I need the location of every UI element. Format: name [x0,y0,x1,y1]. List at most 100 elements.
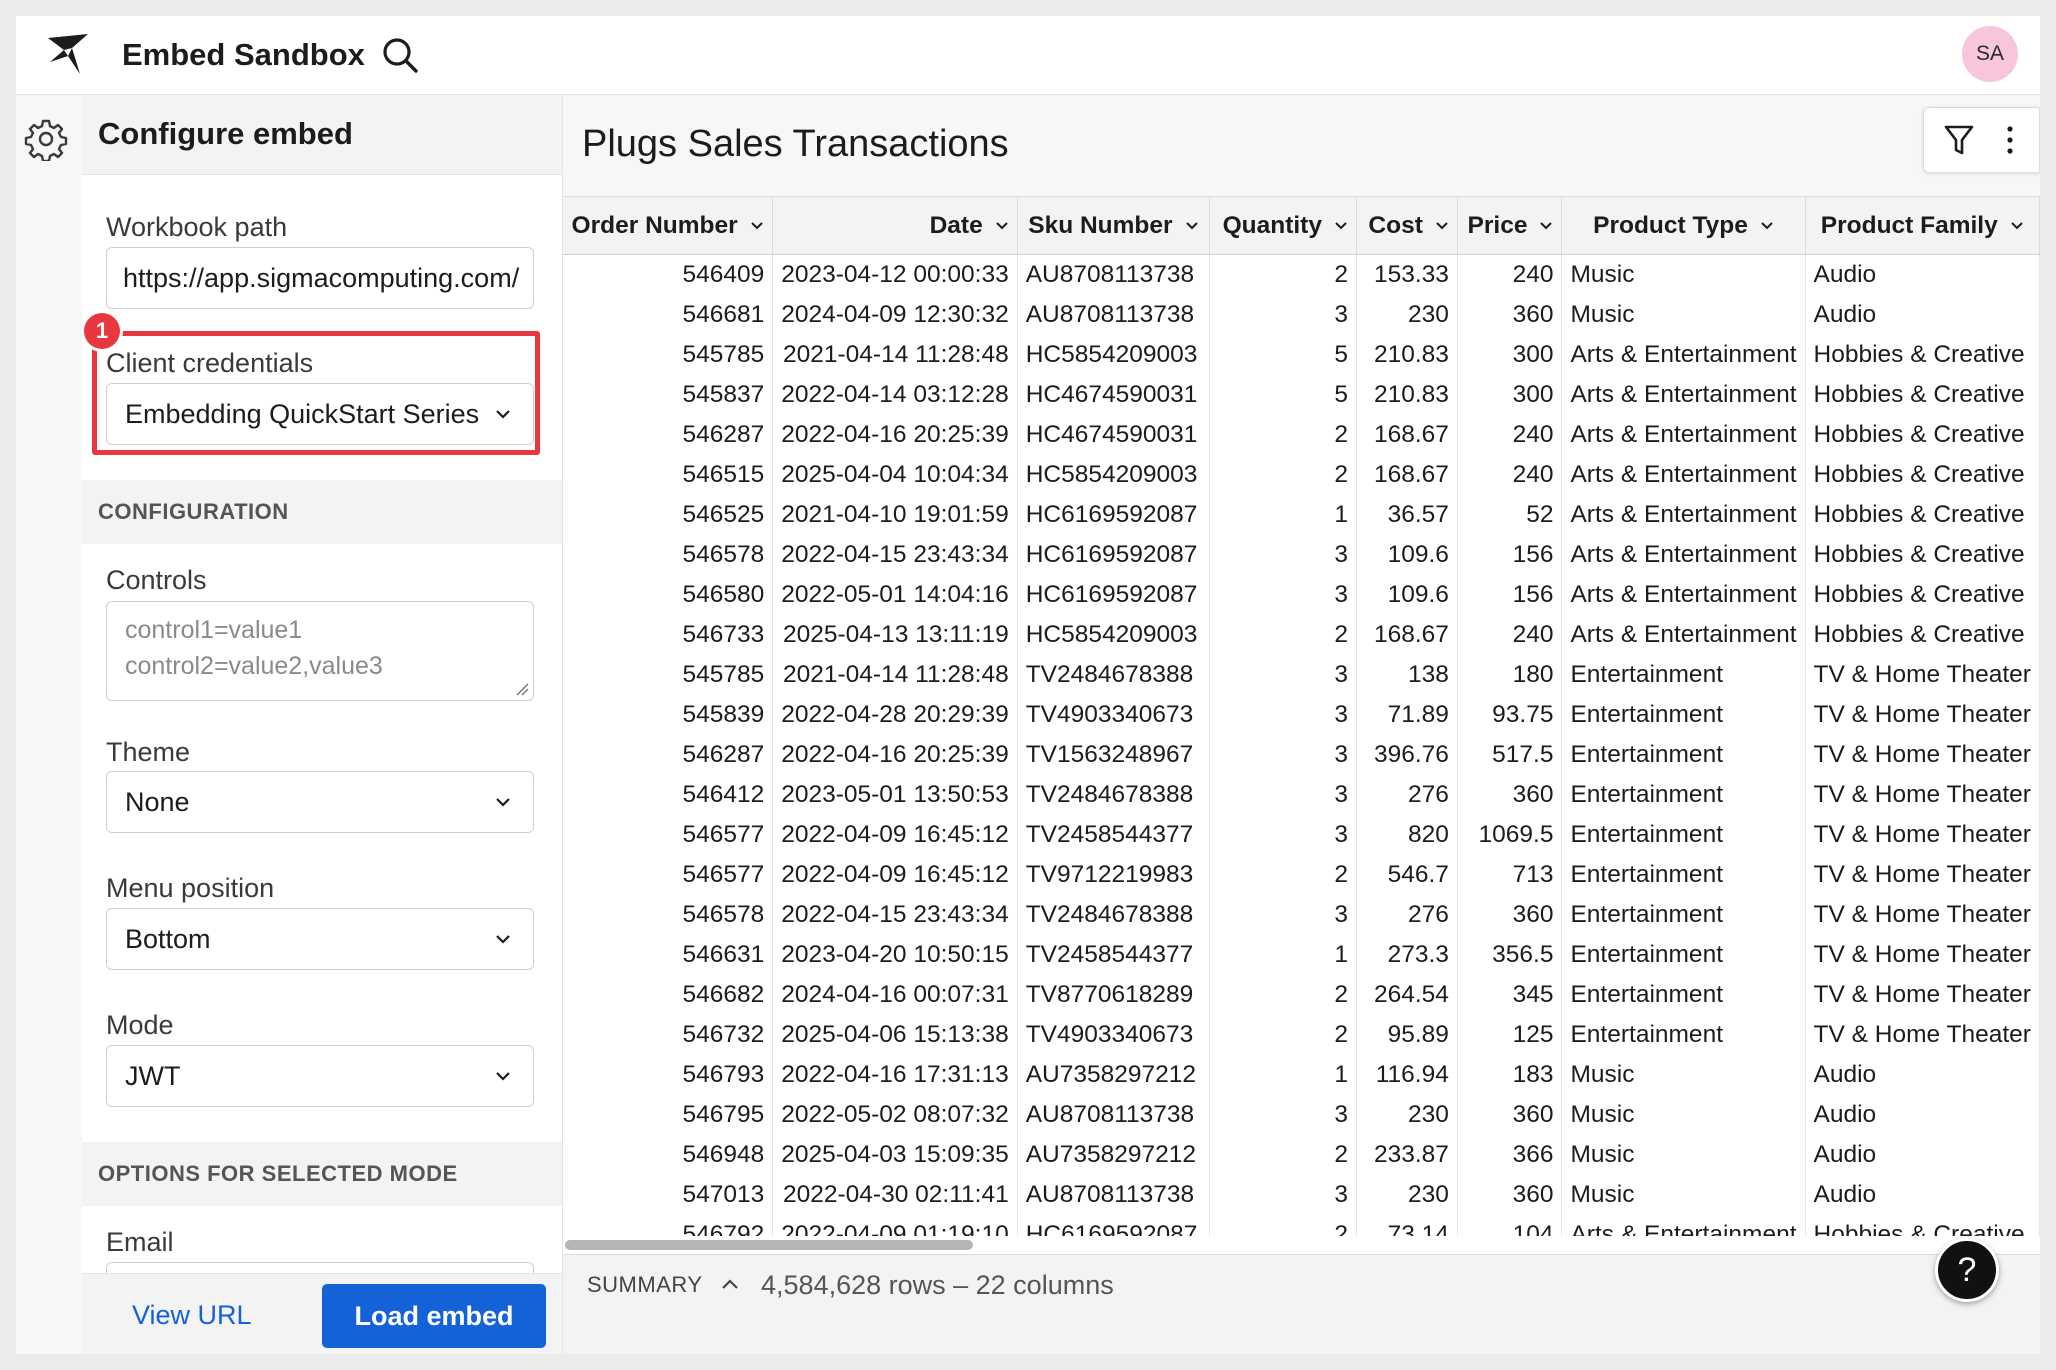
menu-position-select[interactable]: Bottom [106,908,534,970]
table-cell[interactable]: 2021-04-14 11:28:48 [772,655,1018,695]
table-cell[interactable]: Hobbies & Creative [1805,575,2040,615]
table-cell[interactable]: 3 [1209,535,1357,575]
table-cell[interactable]: 276 [1356,775,1458,815]
table-cell[interactable]: 2025-04-03 15:09:35 [772,1135,1018,1175]
help-button[interactable]: ? [1935,1238,1999,1302]
table-cell[interactable]: Audio [1805,1055,2040,1095]
horizontal-scrollbar[interactable] [563,1236,2040,1254]
user-avatar[interactable]: SA [1962,26,2018,82]
table-cell[interactable]: 2022-05-01 14:04:16 [772,575,1018,615]
table-cell[interactable]: Music [1561,295,1806,335]
table-cell[interactable]: Hobbies & Creative [1805,415,2040,455]
table-cell[interactable]: TV & Home Theater [1805,1015,2040,1055]
table-cell[interactable]: 360 [1457,1175,1563,1215]
table-cell[interactable]: 546948 [563,1135,774,1175]
table-cell[interactable]: 2022-04-09 16:45:12 [772,815,1018,855]
table-cell[interactable]: Audio [1805,1095,2040,1135]
chevron-down-icon[interactable] [2010,221,2024,231]
table-cell[interactable]: TV8770618289 [1017,975,1211,1015]
table-cell[interactable]: 2023-04-12 00:00:33 [772,254,1018,295]
table-cell[interactable]: 820 [1356,815,1458,855]
table-cell[interactable]: 546287 [563,415,774,455]
table-cell[interactable]: 3 [1209,1175,1357,1215]
table-cell[interactable]: 230 [1356,1095,1458,1135]
search-icon[interactable] [378,33,422,77]
resize-handle-icon[interactable] [515,682,529,696]
table-cell[interactable]: 168.67 [1356,455,1458,495]
table-cell[interactable]: 2 [1209,455,1357,495]
table-cell[interactable]: TV & Home Theater [1805,895,2040,935]
table-cell[interactable]: TV & Home Theater [1805,935,2040,975]
table-cell[interactable]: Entertainment [1561,735,1806,775]
table-cell[interactable]: 2 [1209,1135,1357,1175]
table-cell[interactable]: 2025-04-13 13:11:19 [772,615,1018,655]
table-cell[interactable]: 3 [1209,895,1357,935]
table-cell[interactable]: 2022-04-16 20:25:39 [772,735,1018,775]
table-cell[interactable]: TV & Home Theater [1805,695,2040,735]
table-cell[interactable]: Arts & Entertainment [1561,415,1806,455]
table-cell[interactable]: 116.94 [1356,1055,1458,1095]
table-cell[interactable]: HC5854209003 [1017,455,1211,495]
load-embed-button[interactable]: Load embed [322,1284,546,1348]
table-cell[interactable]: Entertainment [1561,855,1806,895]
table-cell[interactable]: 3 [1209,775,1357,815]
table-cell[interactable]: 546409 [563,254,774,295]
table-cell[interactable]: Hobbies & Creative [1805,615,2040,655]
table-cell[interactable]: TV9712219983 [1017,855,1211,895]
table-cell[interactable]: 230 [1356,295,1458,335]
table-cell[interactable]: 2021-04-10 19:01:59 [772,495,1018,535]
chevron-up-icon[interactable] [721,1277,739,1291]
table-cell[interactable]: TV & Home Theater [1805,775,2040,815]
table-cell[interactable]: 546795 [563,1095,774,1135]
table-cell[interactable]: 210.83 [1356,375,1458,415]
view-url-link[interactable]: View URL [132,1288,252,1342]
table-cell[interactable]: AU8708113738 [1017,1095,1211,1135]
table-cell[interactable]: Entertainment [1561,975,1806,1015]
table-cell[interactable]: 300 [1457,335,1563,375]
table-cell[interactable]: HC5854209003 [1017,335,1211,375]
table-cell[interactable]: 2022-05-02 08:07:32 [772,1095,1018,1135]
table-cell[interactable]: 233.87 [1356,1135,1458,1175]
table-cell[interactable]: 153.33 [1356,254,1458,295]
table-cell[interactable]: Arts & Entertainment [1561,375,1806,415]
table-cell[interactable]: 5 [1209,335,1357,375]
table-cell[interactable]: 73.14 [1356,1215,1458,1236]
table-cell[interactable]: AU8708113738 [1017,254,1211,295]
table-cell[interactable]: 273.3 [1356,935,1458,975]
table-cell[interactable]: 2 [1209,975,1357,1015]
table-cell[interactable]: Entertainment [1561,775,1806,815]
column-header[interactable]: Price [1457,196,1563,255]
table-cell[interactable]: 546287 [563,735,774,775]
table-cell[interactable]: TV & Home Theater [1805,855,2040,895]
table-cell[interactable]: TV & Home Theater [1805,975,2040,1015]
table-cell[interactable]: Entertainment [1561,655,1806,695]
table-cell[interactable]: TV2458544377 [1017,935,1211,975]
table-cell[interactable]: Audio [1805,1175,2040,1215]
table-cell[interactable]: 2022-04-16 17:31:13 [772,1055,1018,1095]
table-cell[interactable]: Music [1561,1135,1806,1175]
table-cell[interactable]: Hobbies & Creative [1805,1215,2040,1236]
table-cell[interactable]: AU7358297212 [1017,1135,1211,1175]
table-cell[interactable]: 3 [1209,655,1357,695]
filter-icon[interactable] [1942,122,1976,158]
table-cell[interactable]: 104 [1457,1215,1563,1236]
table-cell[interactable]: 264.54 [1356,975,1458,1015]
table-cell[interactable]: HC6169592087 [1017,1215,1211,1236]
table-cell[interactable]: 2 [1209,1015,1357,1055]
table-cell[interactable]: 180 [1457,655,1563,695]
table-cell[interactable]: 109.6 [1356,535,1458,575]
table-cell[interactable]: 3 [1209,695,1357,735]
table-cell[interactable]: 546.7 [1356,855,1458,895]
table-cell[interactable]: 546792 [563,1215,774,1236]
table-cell[interactable]: 2023-05-01 13:50:53 [772,775,1018,815]
table-cell[interactable]: HC4674590031 [1017,415,1211,455]
table-cell[interactable]: 240 [1457,615,1563,655]
table-cell[interactable]: 546793 [563,1055,774,1095]
chevron-down-icon[interactable] [1539,221,1553,231]
table-cell[interactable]: Audio [1805,1135,2040,1175]
table-cell[interactable]: 547013 [563,1175,774,1215]
table-cell[interactable]: 2 [1209,615,1357,655]
table-cell[interactable]: Entertainment [1561,1015,1806,1055]
table-cell[interactable]: 1 [1209,935,1357,975]
table-cell[interactable]: Arts & Entertainment [1561,455,1806,495]
